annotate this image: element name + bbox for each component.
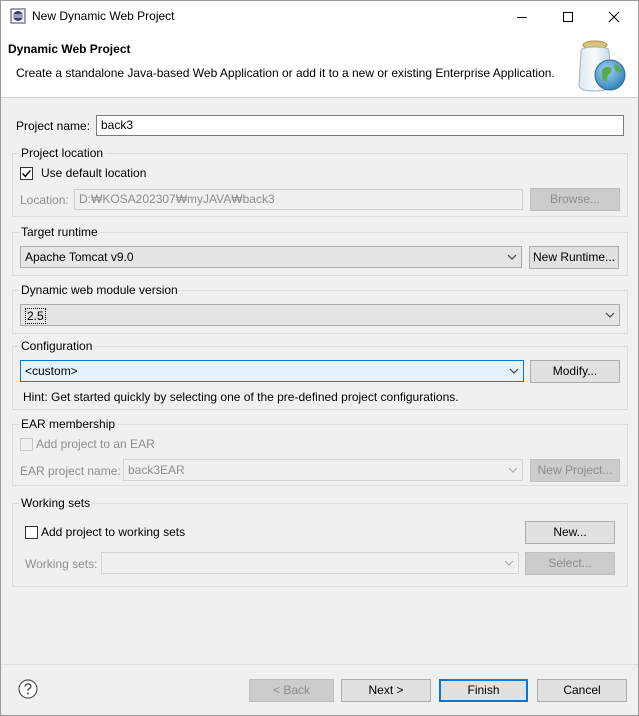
use-default-location-checkbox[interactable] <box>20 167 33 180</box>
maximize-button[interactable] <box>545 1 591 32</box>
chevron-down-icon <box>507 464 519 476</box>
modify-button[interactable]: Modify... <box>530 360 620 383</box>
configuration-value: <custom> <box>25 364 78 378</box>
cancel-button[interactable]: Cancel <box>537 679 627 702</box>
ear-project-name-value: back3EAR <box>128 463 185 477</box>
target-runtime-select[interactable]: Apache Tomcat v9.0 <box>20 246 522 268</box>
select-working-sets-button[interactable]: Select... <box>525 552 615 575</box>
use-default-location-label: Use default location <box>41 166 147 180</box>
footer-separator <box>1 664 638 665</box>
next-button[interactable]: Next > <box>341 679 431 702</box>
new-runtime-button[interactable]: New Runtime... <box>529 246 619 269</box>
ear-project-name-select[interactable]: back3EAR <box>123 459 523 481</box>
working-sets-label: Working sets: <box>25 557 98 571</box>
back-button[interactable]: < Back <box>249 679 334 702</box>
add-to-ear-checkbox[interactable] <box>20 438 33 451</box>
location-input[interactable]: D:₩KOSA202307₩myJAVA₩back3 <box>74 189 523 210</box>
working-sets-select[interactable] <box>101 552 519 574</box>
ear-membership-title: EAR membership <box>19 417 118 431</box>
target-runtime-value: Apache Tomcat v9.0 <box>25 250 134 264</box>
project-name-label: Project name: <box>16 119 91 133</box>
banner-title: Dynamic Web Project <box>8 42 131 56</box>
banner-description: Create a standalone Java-based Web Appli… <box>16 66 555 80</box>
target-runtime-title: Target runtime <box>19 225 100 239</box>
ear-project-name-label: EAR project name: <box>20 464 121 478</box>
window-title: New Dynamic Web Project <box>32 9 175 23</box>
chevron-down-icon <box>503 557 515 569</box>
web-module-version-value: 2.5 <box>25 308 46 324</box>
web-module-version-select[interactable]: 2.5 <box>20 304 620 326</box>
add-to-working-sets-label: Add project to working sets <box>41 525 186 539</box>
title-bar[interactable]: New Dynamic Web Project <box>1 1 638 32</box>
finish-button[interactable]: Finish <box>439 679 528 702</box>
web-module-title: Dynamic web module version <box>19 283 180 297</box>
add-to-working-sets-checkbox[interactable] <box>25 526 38 539</box>
help-icon[interactable] <box>18 679 38 699</box>
eclipse-icon <box>10 8 26 24</box>
add-to-ear-label: Add project to an EAR <box>36 437 155 451</box>
wizard-banner: Dynamic Web Project Create a standalone … <box>1 32 638 98</box>
chevron-down-icon <box>508 365 520 377</box>
chevron-down-icon <box>506 251 518 263</box>
close-button[interactable] <box>591 1 637 32</box>
location-label: Location: <box>20 193 69 207</box>
minimize-button[interactable] <box>499 1 545 32</box>
project-location-title: Project location <box>19 146 106 160</box>
dialog-window: New Dynamic Web Project Dynamic Web Proj… <box>0 0 639 716</box>
new-working-set-button[interactable]: New... <box>525 521 615 544</box>
project-name-input[interactable]: back3 <box>96 115 624 136</box>
configuration-hint: Hint: Get started quickly by selecting o… <box>23 390 459 404</box>
browse-button[interactable]: Browse... <box>530 188 620 211</box>
configuration-select[interactable]: <custom> <box>20 360 524 382</box>
chevron-down-icon <box>604 309 616 321</box>
web-project-globe-icon <box>569 37 633 97</box>
configuration-title: Configuration <box>19 339 95 353</box>
working-sets-title: Working sets <box>19 496 93 510</box>
new-ear-project-button[interactable]: New Project... <box>530 459 620 482</box>
